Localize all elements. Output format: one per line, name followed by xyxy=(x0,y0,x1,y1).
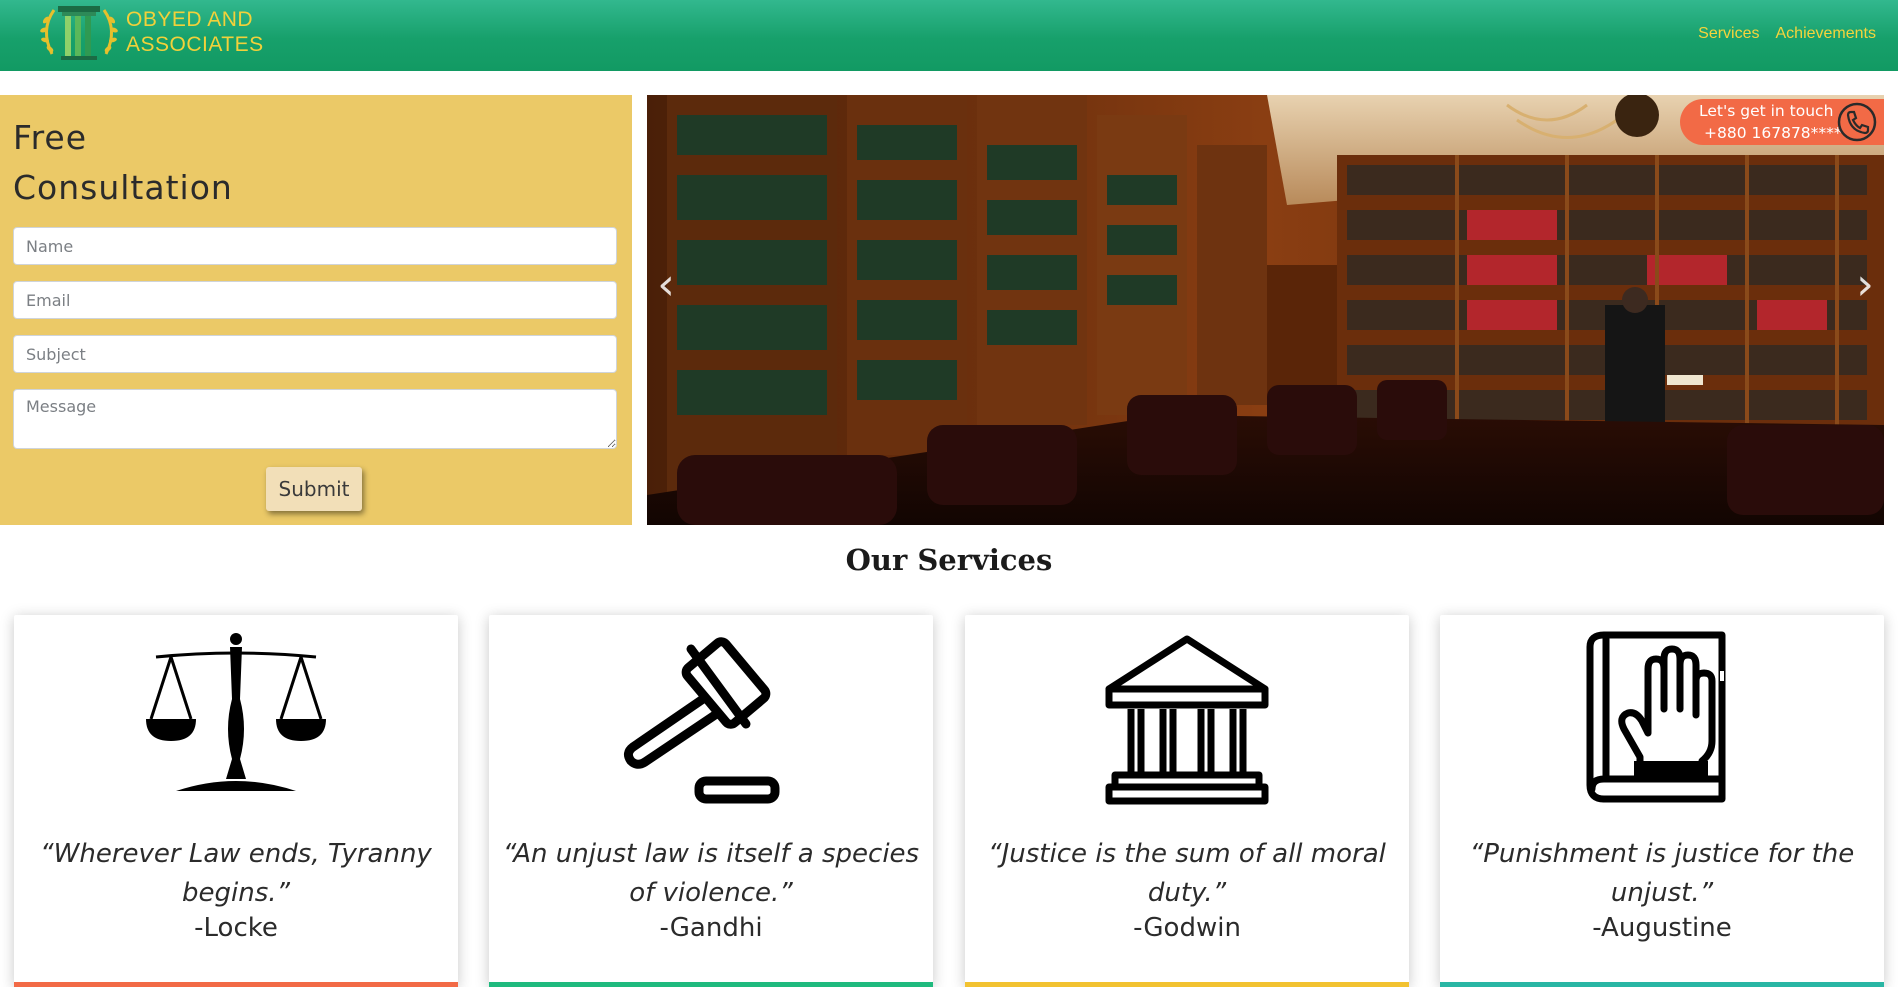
service-card[interactable]: “An unjust law is itself a species of vi… xyxy=(489,615,933,987)
carousel-prev-button[interactable]: ‹ xyxy=(651,263,681,307)
card-accent-bar xyxy=(965,982,1409,987)
service-card[interactable]: “Punishment is justice for the unjust.” … xyxy=(1440,615,1884,987)
card-accent-bar xyxy=(489,982,933,987)
carousel-next-button[interactable]: › xyxy=(1850,263,1880,307)
service-card[interactable]: “Wherever Law ends, Tyranny begins.” -Lo… xyxy=(14,615,458,987)
services-heading: Our Services xyxy=(845,543,1053,577)
service-card[interactable]: “Justice is the sum of all moral duty.” … xyxy=(965,615,1409,987)
pillar-laurel-logo-icon[interactable] xyxy=(36,2,122,62)
brand-name[interactable]: OBYED AND ASSOCIATES xyxy=(126,7,264,57)
contact-badge[interactable]: Let's get in touch +880 167878**** xyxy=(1680,99,1884,145)
hero-carousel: ‹ › xyxy=(647,95,1884,525)
courthouse-icon xyxy=(1105,635,1269,805)
consultation-title-line2: Consultation xyxy=(13,168,233,207)
main-nav: Services Achievements xyxy=(1698,25,1876,43)
brand-name-line1: OBYED AND xyxy=(126,8,254,31)
oath-hand-on-book-icon xyxy=(1586,631,1726,803)
quote-author: -Locke xyxy=(194,913,278,943)
scales-of-justice-icon xyxy=(146,633,326,791)
consultation-title-line1: Free xyxy=(13,118,88,157)
quote-author: -Augustine xyxy=(1592,913,1732,943)
nav-link-achievements[interactable]: Achievements xyxy=(1776,25,1877,43)
brand-name-line2: ASSOCIATES xyxy=(126,33,264,56)
card-accent-bar xyxy=(14,982,458,987)
email-input[interactable] xyxy=(13,281,617,319)
service-quote: “Wherever Law ends, Tyranny begins.” xyxy=(40,839,432,908)
free-consultation-form: Free Consultation Submit xyxy=(0,95,632,525)
law-library-photo xyxy=(647,95,1884,525)
name-input[interactable] xyxy=(13,227,617,265)
quote-author: -Gandhi xyxy=(659,913,763,943)
service-quote: “Justice is the sum of all moral duty.” xyxy=(988,839,1386,908)
subject-input[interactable] xyxy=(13,335,617,373)
card-accent-bar xyxy=(1440,982,1884,987)
service-quote: “Punishment is justice for the unjust.” xyxy=(1469,839,1855,908)
consultation-title: Free Consultation xyxy=(13,113,313,213)
chevron-left-icon: ‹ xyxy=(657,259,675,310)
nav-link-services[interactable]: Services xyxy=(1698,25,1759,43)
quote-author: -Godwin xyxy=(1133,913,1241,943)
submit-button[interactable]: Submit xyxy=(266,467,362,511)
top-navbar: OBYED AND ASSOCIATES Services Achievemen… xyxy=(0,0,1898,71)
gavel-icon xyxy=(623,637,780,804)
message-textarea[interactable] xyxy=(13,389,617,449)
service-quote: “An unjust law is itself a species of vi… xyxy=(502,839,920,908)
chevron-right-icon: › xyxy=(1856,259,1874,310)
phone-icon xyxy=(1837,102,1877,142)
